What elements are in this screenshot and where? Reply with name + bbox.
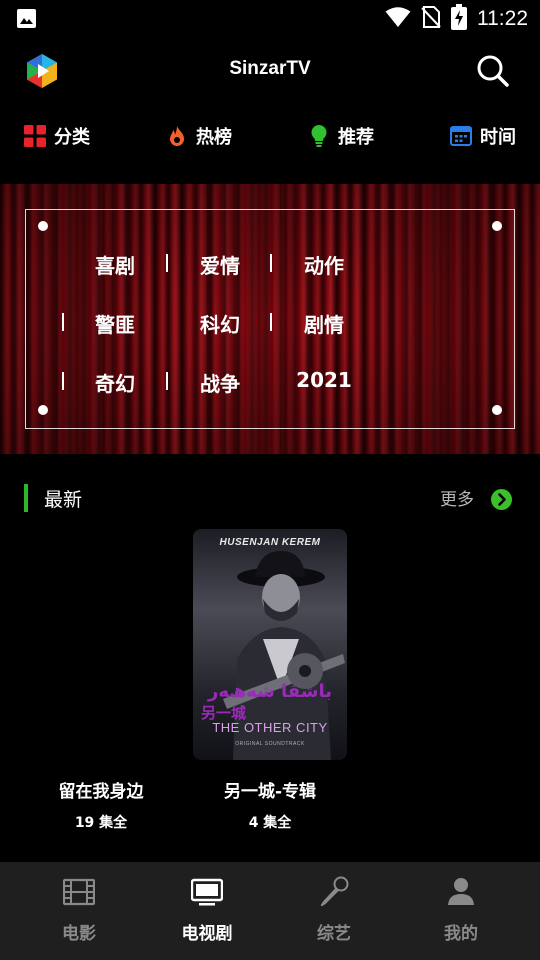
poster-image[interactable] bbox=[24, 529, 178, 760]
nav-label: 电影 bbox=[62, 924, 96, 944]
frame-corner-dot bbox=[38, 405, 48, 415]
poster-tag: ORIGINAL SOUNDTRACK bbox=[235, 741, 305, 747]
category-recommend[interactable]: 推荐 bbox=[308, 112, 374, 160]
genre-separator bbox=[166, 254, 168, 272]
genre-separator bbox=[62, 313, 64, 331]
media-card[interactable]: HUSENJAN KEREM ﺑﺎﺷﻘﺎ ﺷﻪھﻪﺭ 另一城 THE OTHER… bbox=[193, 529, 347, 831]
poster-artist-name: HUSENJAN KEREM bbox=[219, 537, 321, 548]
film-icon bbox=[62, 876, 96, 908]
calendar-icon bbox=[450, 125, 472, 147]
media-card[interactable]: 留在我身边 19 集全 bbox=[24, 529, 178, 831]
frame-corner-dot bbox=[492, 405, 502, 415]
image-icon bbox=[16, 8, 37, 33]
category-label: 推荐 bbox=[338, 127, 374, 148]
genre-comedy[interactable]: 喜剧 bbox=[65, 250, 165, 279]
frame-corner-dot bbox=[492, 221, 502, 231]
nav-label: 我的 bbox=[444, 924, 478, 944]
category-time[interactable]: 时间 bbox=[450, 112, 516, 160]
section-accent-bar bbox=[24, 484, 28, 512]
genre-scifi[interactable]: 科幻 bbox=[170, 309, 270, 338]
category-label: 热榜 bbox=[196, 127, 232, 148]
flame-icon bbox=[166, 125, 188, 147]
genre-war[interactable]: 战争 bbox=[170, 368, 270, 397]
tv-icon bbox=[190, 876, 224, 908]
frame-corner-dot bbox=[38, 221, 48, 231]
battery-charging-icon bbox=[451, 4, 467, 34]
genre-banner: 喜剧 爱情 动作 警匪 科幻 剧情 奇幻 战争 2021 bbox=[0, 184, 540, 454]
category-classify[interactable]: 分类 bbox=[24, 112, 90, 160]
nav-label: 综艺 bbox=[317, 924, 351, 944]
genre-separator bbox=[270, 313, 272, 331]
genre-romance[interactable]: 爱情 bbox=[170, 250, 270, 279]
card-episode-count: 4 集全 bbox=[248, 815, 292, 831]
card-title: 留在我身边 bbox=[58, 782, 144, 802]
poster-script-title: ﺑﺎﺷﻘﺎ ﺷﻪھﻪﺭ bbox=[208, 681, 332, 702]
nav-movies[interactable]: 电影 bbox=[29, 862, 129, 960]
search-icon[interactable] bbox=[476, 54, 510, 88]
category-hot[interactable]: 热榜 bbox=[166, 112, 232, 160]
category-row: 分类 热榜 推荐 时间 bbox=[0, 112, 540, 160]
chevron-right-icon[interactable] bbox=[491, 489, 512, 510]
status-time: 11:22 bbox=[477, 7, 528, 30]
grid-icon bbox=[24, 125, 46, 147]
app-bar: SinzarTV bbox=[0, 36, 540, 108]
nav-label: 电视剧 bbox=[181, 924, 233, 944]
category-label: 分类 bbox=[54, 127, 90, 148]
card-title: 另一城-专辑 bbox=[223, 782, 317, 802]
wifi-icon bbox=[385, 6, 411, 32]
bottom-nav: 电影 电视剧 综艺 我的 bbox=[0, 862, 540, 960]
no-sim-icon bbox=[421, 5, 441, 33]
lightbulb-icon bbox=[308, 125, 330, 147]
nav-tv-series[interactable]: 电视剧 bbox=[157, 862, 257, 960]
more-link[interactable]: 更多 bbox=[440, 485, 474, 510]
genre-year-2021[interactable]: 2021 bbox=[274, 368, 374, 392]
card-episode-count: 19 集全 bbox=[74, 815, 128, 831]
app-title: SinzarTV bbox=[229, 58, 311, 79]
poster-image[interactable]: HUSENJAN KEREM ﺑﺎﺷﻘﺎ ﺷﻪھﻪﺭ 另一城 THE OTHER… bbox=[193, 529, 347, 760]
poster-en-title: THE OTHER CITY bbox=[212, 720, 328, 735]
status-bar: 11:22 bbox=[0, 0, 540, 36]
nav-variety[interactable]: 综艺 bbox=[284, 862, 384, 960]
latest-section-header: 最新 更多 bbox=[0, 482, 540, 516]
genre-action[interactable]: 动作 bbox=[274, 250, 374, 279]
genre-crime[interactable]: 警匪 bbox=[65, 309, 165, 338]
section-title: 最新 bbox=[44, 489, 83, 511]
person-icon bbox=[445, 876, 477, 908]
genre-separator bbox=[62, 372, 64, 390]
nav-mine[interactable]: 我的 bbox=[411, 862, 511, 960]
genre-separator bbox=[166, 372, 168, 390]
genre-separator bbox=[270, 254, 272, 272]
genre-fantasy[interactable]: 奇幻 bbox=[65, 368, 165, 397]
category-label: 时间 bbox=[480, 127, 516, 148]
microphone-icon bbox=[318, 876, 350, 908]
genre-drama[interactable]: 剧情 bbox=[274, 309, 374, 338]
